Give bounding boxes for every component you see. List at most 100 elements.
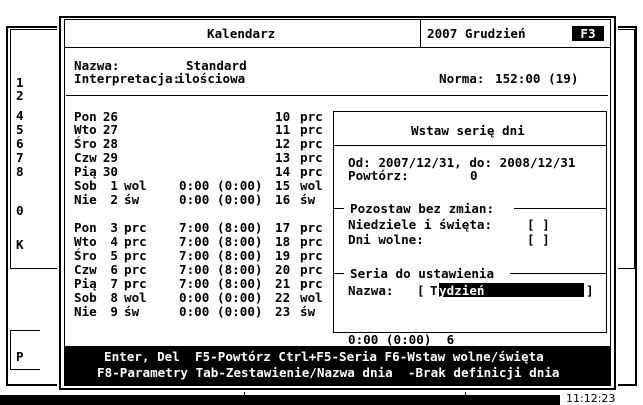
subdialog-title: Wstaw serię dni [411,123,525,138]
group1-title: Pozostaw bez zmian: [350,201,495,216]
day-type: wol [124,178,147,193]
week-number: 17 [275,220,291,235]
norm-hours: (0:00) [217,178,263,193]
week-type: św [300,304,316,319]
bg-row-number: 7 [16,150,24,165]
scroll-indicator [244,392,466,400]
day-number: 6 [110,262,118,277]
day-name: Wto [74,122,97,137]
title-column-separator [420,19,421,47]
week-number: 18 [275,234,291,249]
group2-title: Seria do ustawienia [350,266,495,281]
day-number: 5 [110,248,118,263]
repeat-field[interactable]: 0 [470,169,478,182]
free-days-label: Dni wolne: [348,232,424,247]
subdialog-title-separator [334,145,606,146]
work-hours: 0:00 [179,304,210,319]
week-type: prc [300,136,323,151]
interpretation-label: Interpretacja: [74,71,181,86]
day-name: Pią [74,276,97,291]
group1-line-right [514,208,606,209]
week-type: prc [300,262,323,277]
week-type: prc [300,150,323,165]
work-hours: 0:00 [179,178,210,193]
dialog-title: Kalendarz [207,26,276,41]
day-number: 3 [110,220,118,235]
key-help-line-2: F8-Parametry Tab-Zestawienie/Nazwa dnia … [97,365,560,380]
bg-row-number: 5 [16,122,24,137]
bg-row-number: 0 [16,203,24,218]
interpretation-value: ilościowa [177,71,246,86]
day-name: Wto [74,234,97,249]
day-type: prc [124,276,147,291]
week-number: 15 [275,178,291,193]
sundays-checkbox[interactable]: [ ] [527,218,550,231]
day-name: Czw [74,262,97,277]
week-number: 12 [275,136,291,151]
week-number: 13 [275,150,291,165]
title-separator [64,47,611,48]
week-type: wol [300,290,323,305]
norm-hours: (0:00) [217,192,263,207]
work-hours: 7:00 [179,262,210,277]
day-type: prc [124,234,147,249]
norm-hours: (0:00) [217,304,263,319]
week-number: 11 [275,122,291,137]
work-hours: 0:00 [179,290,210,305]
work-hours: 0:00 [179,192,210,207]
day-type: prc [124,248,147,263]
week-type: prc [300,164,323,179]
bg-row-number: 4 [16,108,24,123]
series-name-label: Nazwa: [348,283,394,298]
work-hours: 7:00 [179,220,210,235]
norm-hours: (8:00) [217,276,263,291]
day-number: 28 [102,136,118,151]
norm-hours: (8:00) [217,220,263,235]
key-help-bar: Enter, Del F5-Powtórz Ctrl+F5-Seria F6-W… [64,346,611,386]
day-name: Nie [74,304,97,319]
norma-value: 152:00 (19) [495,71,579,86]
header-separator [66,95,608,96]
group1-line-left [334,208,344,209]
day-type: prc [124,262,147,277]
day-number: 7 [110,276,118,291]
week-type: prc [300,220,323,235]
series-close-bracket: ] [586,283,594,298]
day-type: św [124,192,140,207]
f3-key-badge[interactable]: F3 [572,26,604,41]
week-number: 20 [275,262,291,277]
day-type: św [124,304,140,319]
day-name: Pią [74,164,97,179]
day-name: Sob [74,178,97,193]
sundays-label: Niedziele i święta: [348,217,493,232]
day-number: 30 [102,164,118,179]
week-number: 23 [275,304,291,319]
series-name-value: ydzień [439,283,485,298]
week-number: 16 [275,192,291,207]
day-number: 29 [102,150,118,165]
week-type: św [300,192,316,207]
week-type: prc [300,276,323,291]
background-bottom-frame [10,330,40,370]
bg-row-number: 6 [16,136,24,151]
free-days-checkbox[interactable]: [ ] [527,233,550,246]
group2-line-right [510,273,606,274]
norm-hours: (0:00) [217,290,263,305]
norm-hours: (8:00) [217,234,263,249]
day-name: Sob [74,290,97,305]
week-number: 21 [275,276,291,291]
work-hours: 7:00 [179,276,210,291]
work-hours: 7:00 [179,234,210,249]
day-number: 9 [110,304,118,319]
group2-line-left [334,273,344,274]
day-name: Śro [74,248,97,263]
day-name: Śro [74,136,97,151]
day-number: 27 [102,122,118,137]
bg-row-number: 2 [16,88,24,103]
week-type: wol [300,178,323,193]
day-name: Pon [74,220,97,235]
day-type: wol [124,290,147,305]
key-help-line-1: Enter, Del F5-Powtórz Ctrl+F5-Seria F6-W… [104,349,544,364]
series-open-bracket: [ [417,283,425,298]
day-number: 1 [110,178,118,193]
